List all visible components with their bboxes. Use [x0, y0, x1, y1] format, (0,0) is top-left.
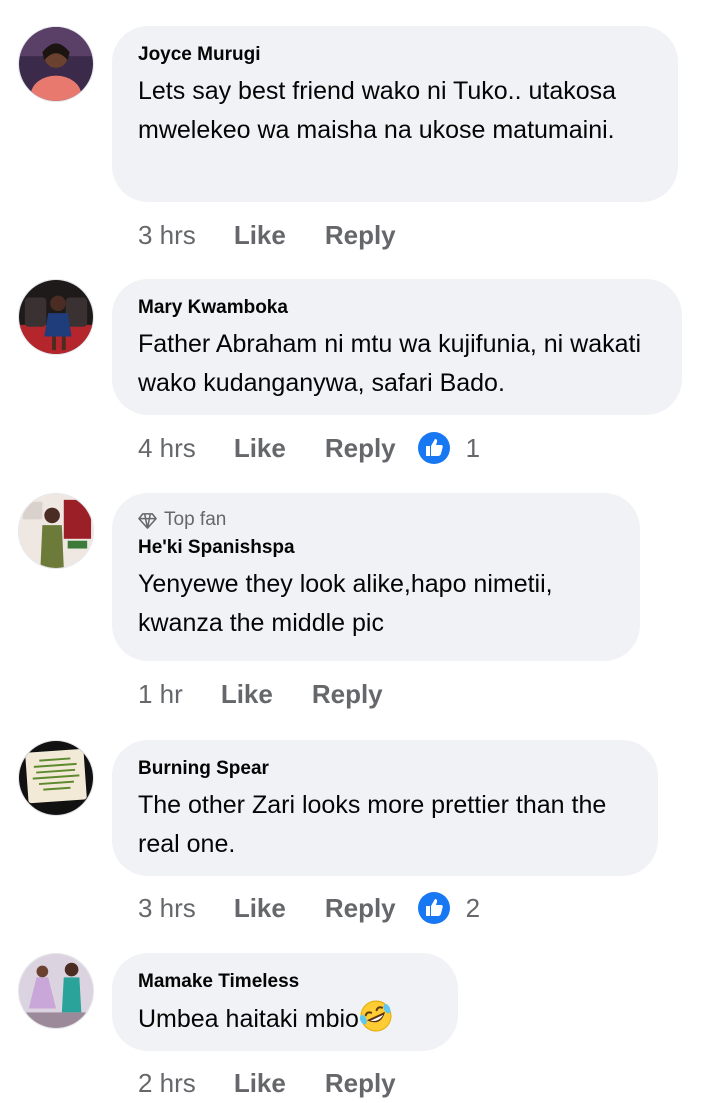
like-button[interactable]: Like	[234, 431, 286, 465]
comment-time[interactable]: 1 hr	[138, 677, 183, 711]
diamond-icon	[138, 512, 157, 529]
comment-time[interactable]: 2 hrs	[138, 1066, 196, 1100]
avatar[interactable]	[18, 740, 94, 816]
avatar[interactable]	[18, 279, 94, 355]
comment-actions: 4 hrs Like Reply 1	[138, 431, 480, 465]
comment-bubble: Joyce Murugi Lets say best friend wako n…	[112, 26, 678, 202]
comment-text: The other Zari looks more prettier than …	[138, 791, 607, 858]
like-button[interactable]: Like	[234, 891, 286, 925]
top-fan-label: Top fan	[164, 509, 227, 530]
comment-text: Lets say best friend wako ni Tuko.. utak…	[138, 77, 617, 144]
comment-text-content: Umbea haitaki mbio	[138, 1005, 359, 1033]
comment-time[interactable]: 3 hrs	[138, 218, 196, 252]
top-fan-badge[interactable]: Top fan	[138, 507, 614, 533]
comment-time[interactable]: 3 hrs	[138, 891, 196, 925]
comment-bubble: Mary Kwamboka Father Abraham ni mtu wa k…	[112, 279, 682, 415]
comment-actions: 3 hrs Like Reply 2	[138, 891, 480, 925]
comment-actions: 3 hrs Like Reply	[138, 218, 435, 252]
comment-text: Yenyewe they look alike,hapo nimetii, kw…	[138, 570, 553, 637]
comment-author[interactable]: Joyce Murugi	[138, 42, 652, 68]
avatar[interactable]	[18, 26, 94, 102]
like-button[interactable]: Like	[234, 1066, 286, 1100]
thumbs-up-icon	[417, 432, 450, 464]
comment-author[interactable]: Burning Spear	[138, 756, 632, 782]
reply-button[interactable]: Reply	[325, 891, 396, 925]
comment-text: Father Abraham ni mtu wa kujifunia, ni w…	[138, 330, 642, 397]
comment-author[interactable]: Mamake Timeless	[138, 969, 432, 995]
reaction-summary[interactable]: 1	[417, 431, 481, 465]
like-button[interactable]: Like	[234, 218, 286, 252]
reaction-count: 1	[465, 433, 481, 463]
comment-text: Umbea haitaki mbio	[138, 999, 432, 1039]
reaction-summary[interactable]: 2	[417, 891, 481, 925]
comment-bubble: Top fan He'ki Spanishspa Yenyewe they lo…	[112, 493, 640, 661]
comment-bubble: Mamake Timeless Umbea haitaki mbio	[112, 953, 458, 1051]
reply-button[interactable]: Reply	[325, 431, 396, 465]
comment-author[interactable]: He'ki Spanishspa	[138, 535, 614, 561]
reply-button[interactable]: Reply	[325, 218, 396, 252]
thumbs-up-icon	[417, 892, 450, 924]
reaction-count: 2	[465, 893, 481, 923]
rolling-on-floor-laughing-emoji	[359, 1000, 392, 1032]
comment-time[interactable]: 4 hrs	[138, 431, 196, 465]
comment-bubble: Burning Spear The other Zari looks more …	[112, 740, 658, 876]
comment-author[interactable]: Mary Kwamboka	[138, 295, 656, 321]
reply-button[interactable]: Reply	[325, 1066, 396, 1100]
comment-actions: 1 hr Like Reply	[138, 677, 422, 711]
comments-feed: Joyce Murugi Lets say best friend wako n…	[0, 0, 720, 1103]
like-button[interactable]: Like	[221, 677, 273, 711]
reply-button[interactable]: Reply	[312, 677, 383, 711]
avatar[interactable]	[18, 953, 94, 1029]
avatar[interactable]	[18, 493, 94, 569]
comment-actions: 2 hrs Like Reply	[138, 1066, 435, 1100]
